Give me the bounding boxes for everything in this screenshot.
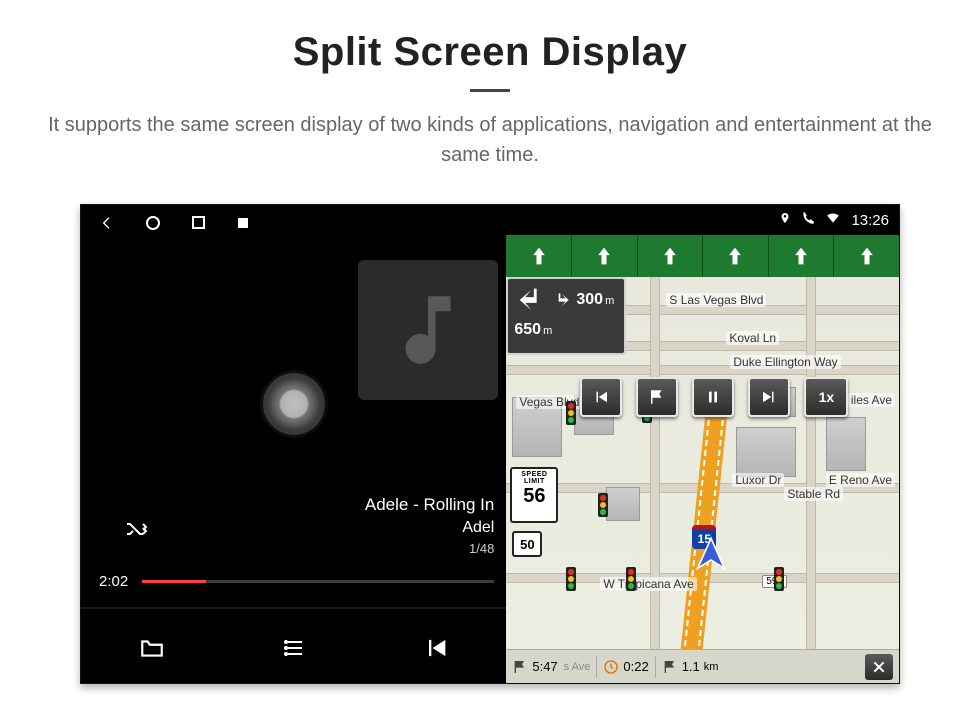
page-title: Split Screen Display [293, 30, 688, 75]
album-art-placeholder [358, 260, 498, 400]
progress-fill [142, 580, 205, 583]
back-icon[interactable] [99, 215, 115, 236]
phone-icon [801, 211, 815, 229]
track-title: Adele - Rolling In [365, 495, 494, 515]
turn-left-icon [514, 283, 548, 317]
road-label: iles Ave [848, 393, 895, 407]
traffic-light-icon [626, 567, 636, 591]
page-subtitle: It supports the same screen display of t… [40, 110, 940, 170]
turn-right-icon [552, 290, 572, 310]
speed-limit-label: SPEED LIMIT [512, 471, 556, 485]
nav-statusbar: 13:26 [506, 205, 899, 235]
road-label: Stable Rd [784, 487, 843, 501]
distance-value: 1.1 [682, 659, 700, 674]
distance-segment: 1.1 km [662, 659, 719, 675]
traffic-light-icon [774, 567, 784, 591]
device-frame: Adele - Rolling In Adel 1/48 2:02 [80, 204, 900, 684]
navigation-app: 13:26 [506, 205, 899, 683]
road-label: E Reno Ave [826, 473, 895, 487]
lane-arrow [834, 235, 899, 277]
turn2-unit: m [543, 325, 552, 337]
current-position-icon [691, 535, 731, 580]
screenshot-icon[interactable] [236, 216, 250, 235]
recents-icon[interactable] [191, 215, 206, 235]
close-button[interactable] [865, 654, 893, 680]
road-label: S Las Vegas Blvd [666, 293, 766, 307]
lane-arrow [703, 235, 769, 277]
duration-value: 0:22 [623, 659, 648, 674]
turn1-distance: 300 [576, 291, 603, 309]
highway-route [681, 377, 732, 649]
road-label: W Tropicana Ave [600, 577, 697, 591]
divider [81, 607, 506, 609]
track-artist: Adel [365, 519, 494, 537]
previous-track-button[interactable] [422, 634, 450, 667]
turn1-unit: m [605, 295, 614, 307]
progress-row: 2:02 [99, 573, 494, 590]
speed-limit-value: 56 [512, 485, 556, 508]
track-counter: 1/48 [365, 541, 494, 556]
lane-arrow [572, 235, 638, 277]
elapsed-time: 2:02 [99, 573, 128, 590]
lane-arrow [769, 235, 835, 277]
nav-bottom-bar: 5:47 s Ave 0:22 1.1 km [506, 649, 899, 683]
lane-guidance [506, 235, 899, 277]
media-app: Adele - Rolling In Adel 1/48 2:02 [81, 205, 506, 683]
progress-bar[interactable] [142, 580, 494, 583]
playlist-button[interactable] [280, 636, 310, 665]
eta-segment: 5:47 [512, 659, 557, 675]
lane-arrow [506, 235, 572, 277]
road-label: Koval Ln [726, 331, 779, 345]
clock-icon [603, 659, 619, 675]
track-info: Adele - Rolling In Adel 1/48 [365, 495, 494, 556]
clock-time: 13:26 [851, 212, 889, 229]
traffic-light-icon [566, 567, 576, 591]
sim-prev-button[interactable] [580, 377, 622, 417]
flag-icon [512, 659, 528, 675]
wifi-icon [825, 211, 841, 229]
turn2-distance: 650 [514, 321, 541, 339]
street-fragment: s Ave [564, 661, 591, 673]
route-shield: 50 [512, 531, 542, 557]
eta-value: 5:47 [532, 659, 557, 674]
music-note-icon [383, 285, 473, 375]
speed-limit-sign: SPEED LIMIT 56 [510, 467, 558, 523]
sim-pause-button[interactable] [692, 377, 734, 417]
distance-unit: km [704, 661, 719, 673]
location-icon [779, 211, 791, 229]
map-canvas[interactable]: S Las Vegas Blvd Koval Ln Duke Ellington… [506, 277, 899, 649]
media-controls [81, 617, 506, 683]
sim-speed-button[interactable]: 1x [804, 377, 848, 417]
record-disc-icon[interactable] [263, 373, 325, 435]
turn-callout: 300 m 650 m [506, 277, 626, 355]
traffic-light-icon [566, 401, 576, 425]
shuffle-button[interactable] [121, 517, 151, 546]
duration-segment: 0:22 [603, 659, 648, 675]
home-icon[interactable] [145, 215, 161, 236]
lane-arrow [638, 235, 704, 277]
road-label: Duke Ellington Way [730, 355, 840, 369]
road-label: Luxor Dr [732, 473, 784, 487]
traffic-light-icon [598, 493, 608, 517]
title-underline [470, 89, 510, 92]
sim-flag-button[interactable] [636, 377, 678, 417]
flag-icon [662, 659, 678, 675]
folder-button[interactable] [137, 635, 167, 666]
android-statusbar [81, 205, 506, 245]
sim-next-button[interactable] [748, 377, 790, 417]
